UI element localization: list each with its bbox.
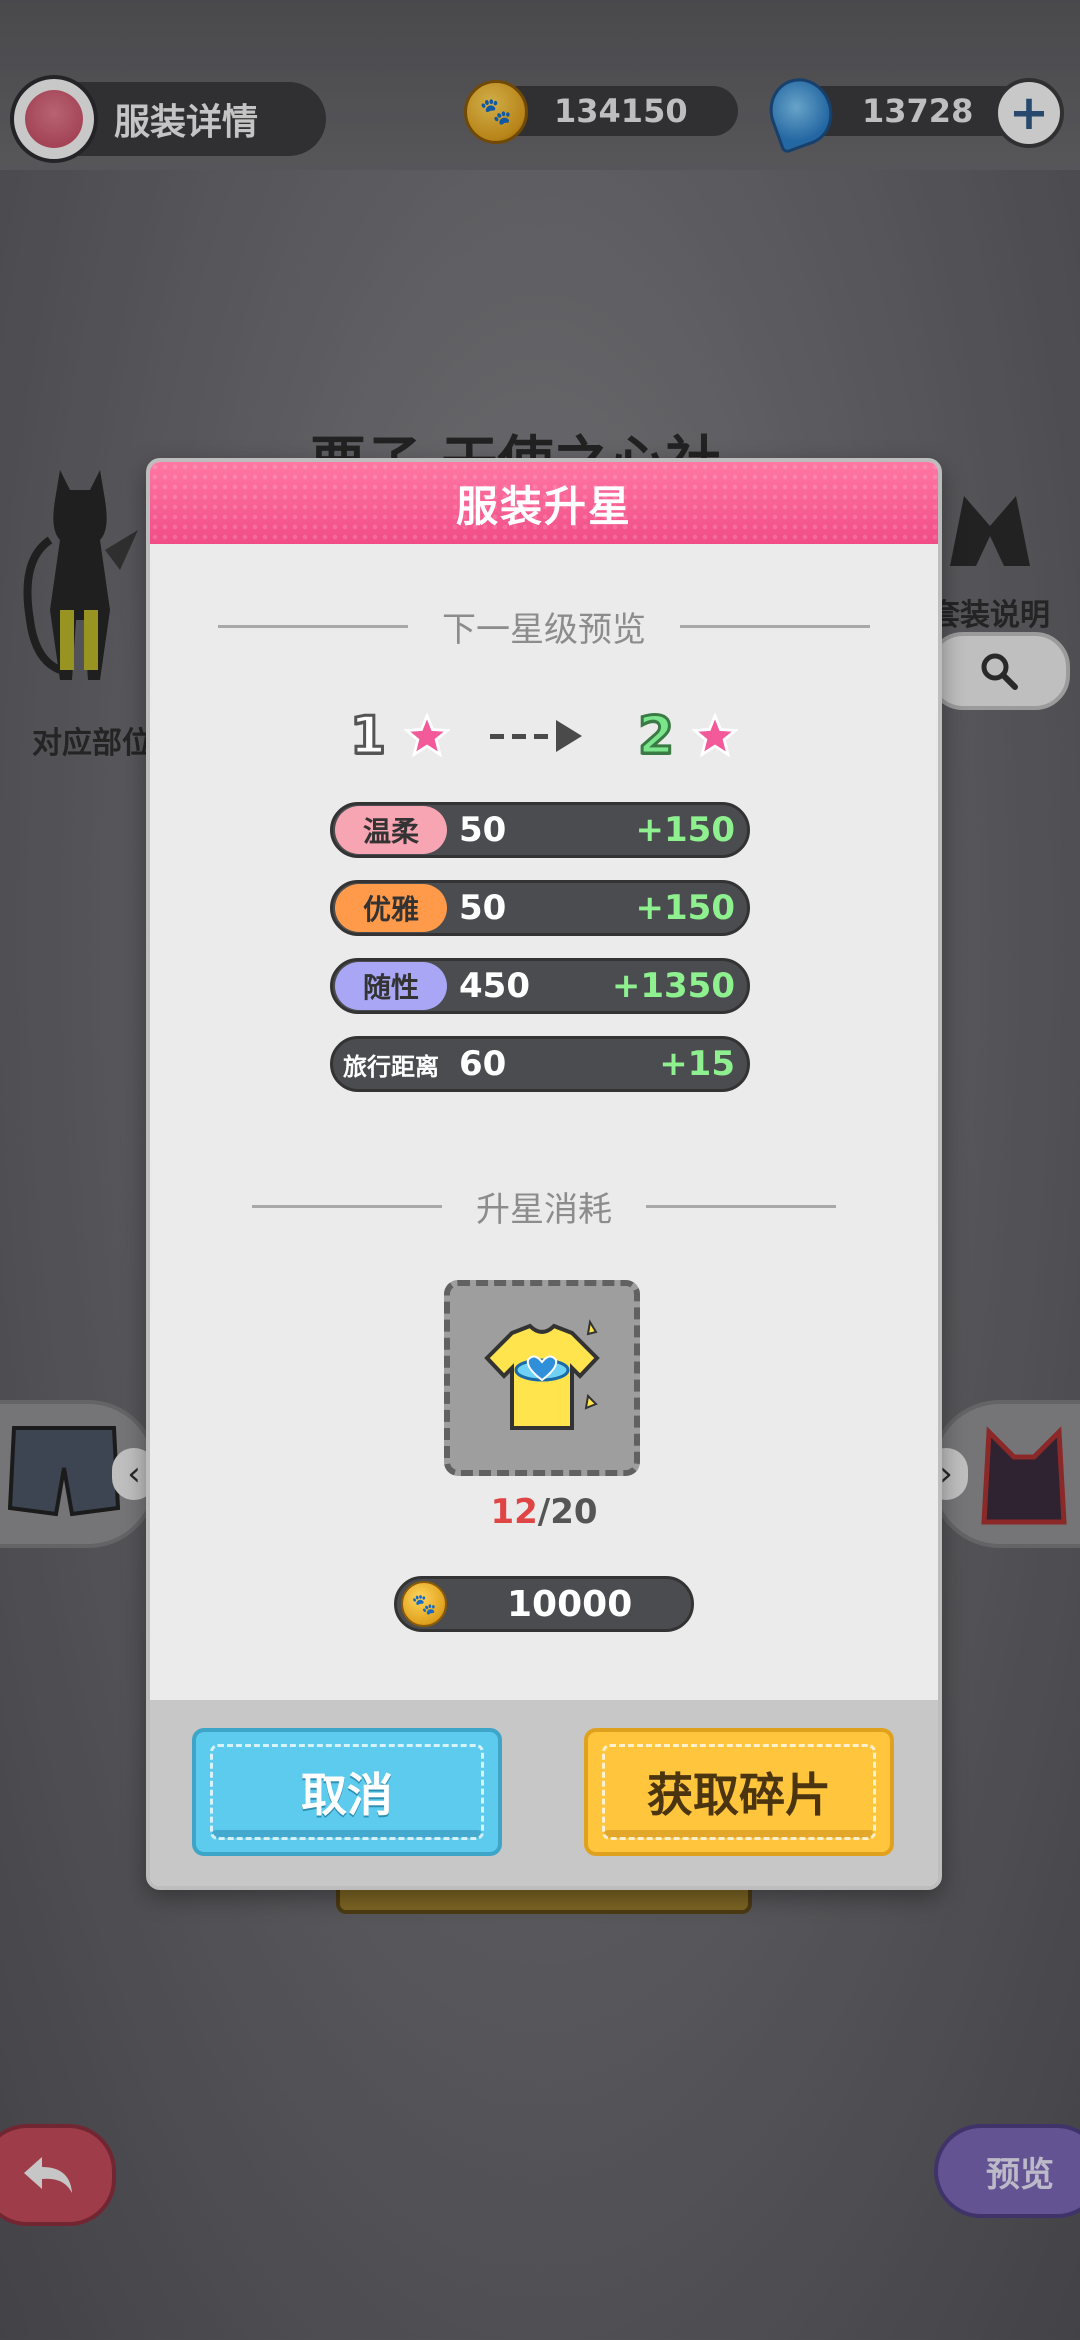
tshirt-shard-icon xyxy=(484,1319,600,1430)
preview-section-label: 下一星级预览 xyxy=(442,610,646,650)
shard-required: /20 xyxy=(537,1492,598,1532)
get-shards-button[interactable]: 获取碎片 xyxy=(584,1728,894,1856)
stat-bonus: +150 xyxy=(635,888,735,928)
stat-label: 温柔 xyxy=(335,806,447,854)
stat-value: 50 xyxy=(459,810,507,850)
stat-bonus: +1350 xyxy=(611,966,735,1006)
shard-item-slot[interactable] xyxy=(444,1280,640,1476)
dialog-header: 服装升星 xyxy=(150,462,938,544)
star-icon xyxy=(404,713,450,758)
shard-progress: 12/20 xyxy=(150,1492,938,1532)
stat-row-casual: 随性 450 +1350 xyxy=(330,958,750,1014)
star-icon xyxy=(692,713,739,758)
level-arrow-icon xyxy=(490,720,582,752)
stat-bonus: +150 xyxy=(635,810,735,850)
stat-label: 随性 xyxy=(335,962,447,1010)
stat-value: 50 xyxy=(459,888,507,928)
cancel-button-label: 取消 xyxy=(301,1768,393,1822)
cost-section-title: 升星消耗 xyxy=(150,1182,938,1231)
get-shards-button-label: 获取碎片 xyxy=(647,1768,831,1822)
preview-section-title: 下一星级预览 xyxy=(150,602,938,651)
stat-value: 60 xyxy=(459,1044,507,1084)
star-level-row: 1 2 xyxy=(150,705,938,768)
next-star-level: 2 xyxy=(636,705,675,768)
stat-bonus: +15 xyxy=(659,1044,735,1084)
cancel-button[interactable]: 取消 xyxy=(192,1728,502,1856)
star-upgrade-dialog: 服装升星 下一星级预览 1 2 温柔 50 +150 优雅 50 +150 随性… xyxy=(146,458,942,1890)
dialog-title: 服装升星 xyxy=(455,481,632,531)
coin-cost: 10000 xyxy=(507,1583,633,1625)
stat-label: 优雅 xyxy=(335,884,447,932)
stat-row-travel-distance: 旅行距离 60 +15 xyxy=(330,1036,750,1092)
stat-label: 旅行距离 xyxy=(335,1040,447,1088)
stat-value: 450 xyxy=(459,966,530,1006)
coin-cost-pill: 🐾 10000 xyxy=(394,1576,694,1632)
stat-row-gentle: 温柔 50 +150 xyxy=(330,802,750,858)
current-star-level: 1 xyxy=(348,705,387,768)
paw-coin-icon: 🐾 xyxy=(401,1581,447,1627)
stat-row-elegant: 优雅 50 +150 xyxy=(330,880,750,936)
shard-owned: 12 xyxy=(490,1492,538,1532)
cost-section-label: 升星消耗 xyxy=(476,1190,612,1230)
